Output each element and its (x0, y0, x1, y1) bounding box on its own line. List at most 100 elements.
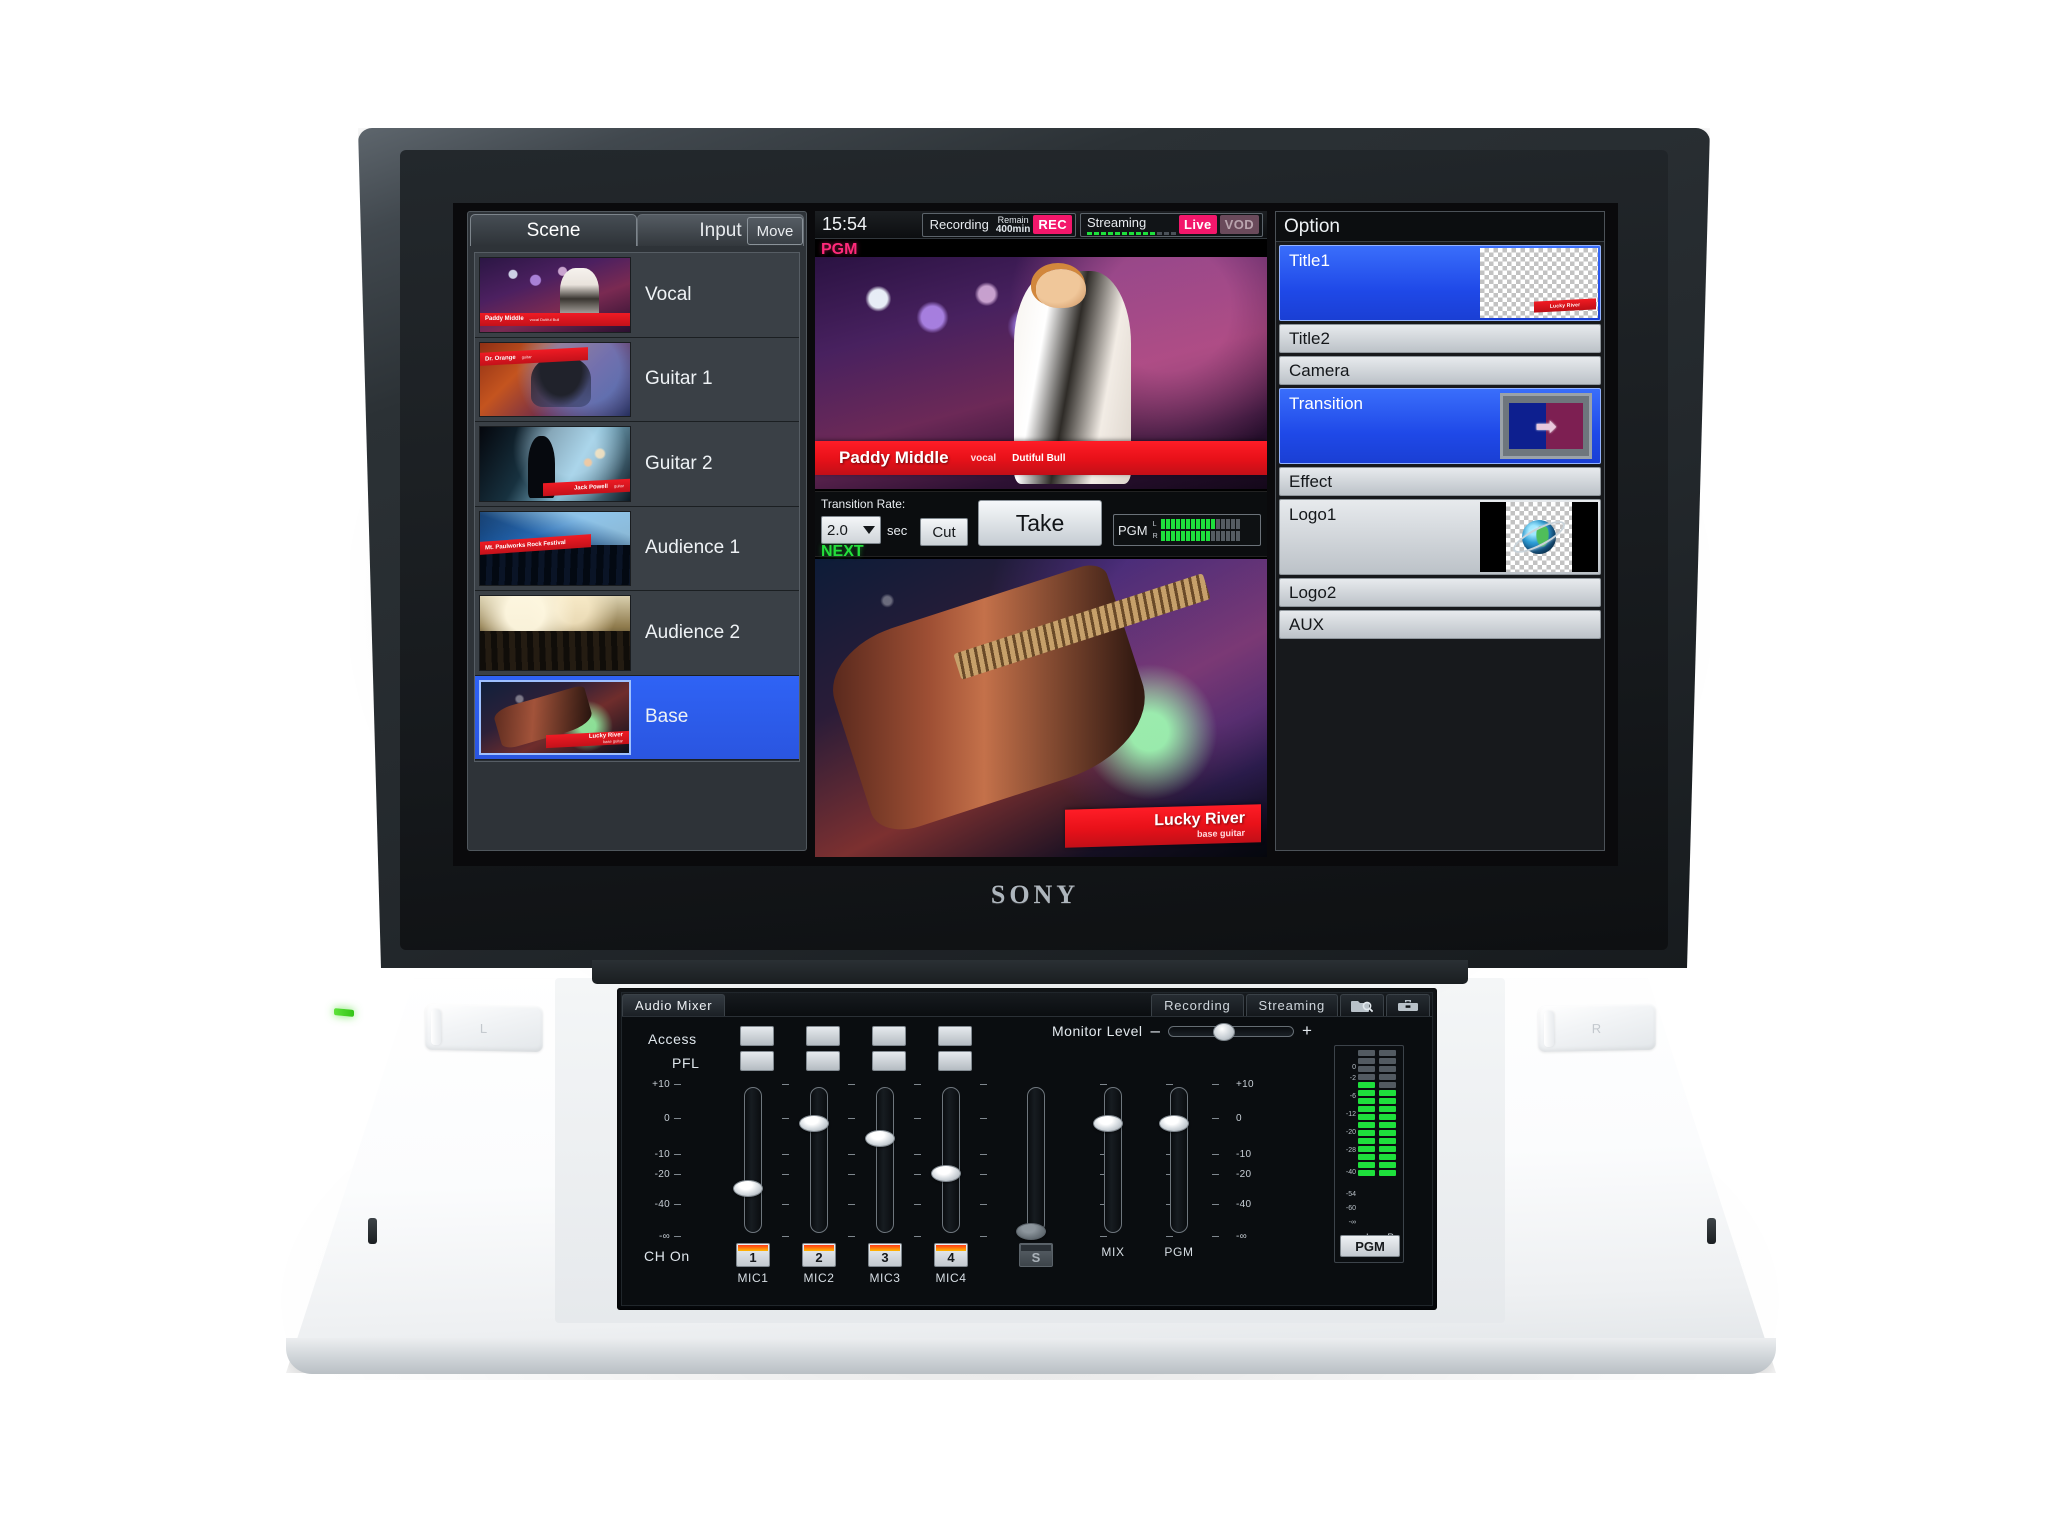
fader-knob[interactable] (799, 1115, 829, 1132)
fader-mic2[interactable] (799, 1087, 833, 1237)
scale-value: -20 (654, 1169, 670, 1180)
fader-track[interactable] (1170, 1087, 1188, 1233)
scene-label: Vocal (645, 283, 692, 305)
fader-track[interactable] (1027, 1087, 1045, 1233)
next-lower-third: Lucky River base guitar (1065, 804, 1261, 848)
recording-status-group[interactable]: Recording Remain 400min REC (921, 212, 1076, 237)
fader-knob[interactable] (865, 1130, 895, 1147)
ch-on-button-2[interactable]: 2 (802, 1243, 836, 1267)
scene-list[interactable]: Paddy Middle vocal Dutiful Bull Vocal Dr… (474, 252, 800, 762)
tab-recording[interactable]: Recording (1151, 994, 1244, 1016)
pgm-meter-ch-l: L (1152, 520, 1157, 528)
meter-scale-value: -∞ (1348, 1219, 1356, 1226)
option-item-effect[interactable]: Effect (1279, 467, 1601, 496)
pfl-button-ch3[interactable] (872, 1051, 906, 1071)
scene-list-item-audience-1[interactable]: Mt. Paulworks Rock Festival Audience 1 (475, 506, 799, 591)
next-video-preview[interactable]: Lucky River base guitar (815, 559, 1267, 857)
option-item-title1[interactable]: Title1 Lucky River (1279, 245, 1601, 321)
scene-list-item-base[interactable]: Lucky River base guitar Base (475, 675, 799, 760)
monitor-level-knob[interactable] (1213, 1022, 1236, 1041)
tab-audio-mixer[interactable]: Audio Mixer (622, 994, 726, 1016)
scene-list-item-audience-2[interactable]: Audience 2 (475, 591, 799, 676)
access-button-ch4[interactable] (938, 1026, 972, 1046)
scale-value: 0 (1236, 1113, 1242, 1124)
logo1-preview (1480, 502, 1598, 572)
transition-rate-select[interactable]: 2.0 (821, 516, 881, 544)
fader-track[interactable] (1104, 1087, 1122, 1233)
scene-label: Audience 2 (645, 621, 741, 643)
option-item-camera[interactable]: Camera (1279, 356, 1601, 385)
fader-knob[interactable] (1159, 1115, 1189, 1132)
program-video-preview[interactable]: Paddy Middle vocal Dutiful Bull (815, 257, 1267, 489)
option-item-title2[interactable]: Title2 (1279, 324, 1601, 353)
option-item-transition[interactable]: Transition ➡ (1279, 388, 1601, 464)
fader-track[interactable] (810, 1087, 828, 1233)
fader-knob[interactable] (931, 1165, 961, 1182)
fader-mic3[interactable] (865, 1087, 899, 1237)
vod-chip[interactable]: VOD (1219, 215, 1259, 234)
ch-on-button-1[interactable]: 1 (736, 1243, 770, 1267)
monitor-plus-button[interactable]: + (1302, 1022, 1312, 1039)
streaming-status-group[interactable]: Streaming Live VOD (1080, 212, 1263, 237)
fader-ch5[interactable] (1016, 1087, 1050, 1240)
tab-streaming[interactable]: Streaming (1245, 994, 1338, 1016)
scale-value: +10 (652, 1079, 670, 1090)
thumbnail-banner-sub: base guitar (603, 738, 623, 745)
fader-track[interactable] (744, 1087, 762, 1233)
option-item-label: AUX (1289, 614, 1324, 634)
fader-knob[interactable] (733, 1180, 763, 1197)
option-item-logo2[interactable]: Logo2 (1279, 578, 1601, 607)
fader-track[interactable] (942, 1087, 960, 1233)
mixer-tabbar-right: Recording Streaming (1151, 994, 1432, 1016)
tab-scene[interactable]: Scene (470, 214, 637, 246)
option-item-aux[interactable]: AUX (1279, 610, 1601, 639)
fader-mix[interactable] (1093, 1087, 1127, 1237)
pfl-button-ch1[interactable] (740, 1051, 774, 1071)
scale-value: -40 (654, 1199, 670, 1210)
meter-pgm-button[interactable]: PGM (1340, 1235, 1400, 1257)
folder-search-icon[interactable] (1340, 994, 1384, 1016)
ch-on-button-5[interactable]: S (1019, 1243, 1053, 1267)
thumbnail-banner: Paddy Middle vocal Dutiful Bull (480, 312, 630, 326)
base-foot-left (368, 1218, 377, 1244)
toolbox-icon[interactable] (1386, 994, 1430, 1016)
meter-scale-value: -2 (1349, 1075, 1356, 1082)
monitor-level-label: Monitor Level (1052, 1023, 1143, 1039)
scale-value: -∞ (658, 1231, 670, 1242)
fader-pgm[interactable] (1159, 1087, 1193, 1237)
chevron-down-icon (863, 526, 875, 534)
live-chip[interactable]: Live (1179, 215, 1217, 234)
fader-mic1[interactable] (733, 1087, 767, 1237)
cut-button[interactable]: Cut (920, 518, 968, 546)
scene-list-item-guitar-1[interactable]: Dr. Orange guitar Guitar 1 (475, 337, 799, 422)
scale-value: -∞ (1236, 1231, 1248, 1242)
access-button-ch1[interactable] (740, 1026, 774, 1046)
transition-rate-label: Transition Rate: (821, 497, 906, 511)
pfl-button-ch4[interactable] (938, 1051, 972, 1071)
fader-mic4[interactable] (931, 1087, 965, 1237)
scene-list-item-guitar-2[interactable]: Jack Powell guitar Guitar 2 (475, 422, 799, 507)
take-button[interactable]: Take (978, 500, 1102, 546)
meter-scale-value: -28 (1345, 1147, 1356, 1154)
access-button-ch3[interactable] (872, 1026, 906, 1046)
meter-scale-value: -12 (1345, 1111, 1356, 1118)
thumbnail-banner-name: Paddy Middle (485, 316, 524, 322)
ch-on-button-4[interactable]: 4 (934, 1243, 968, 1267)
hinge-bar (592, 960, 1468, 984)
fader-knob[interactable] (1016, 1223, 1046, 1240)
fader-knob[interactable] (1093, 1115, 1123, 1132)
thumbnail-banner-name: Mt. Paulworks Rock Festival (485, 538, 566, 551)
monitor-level-slider[interactable] (1168, 1022, 1295, 1041)
fader-track[interactable] (876, 1087, 894, 1233)
access-button-ch2[interactable] (806, 1026, 840, 1046)
option-item-logo1[interactable]: Logo1 (1279, 499, 1601, 575)
scale-value: -10 (1236, 1149, 1252, 1160)
pfl-button-ch2[interactable] (806, 1051, 840, 1071)
move-button[interactable]: Move (747, 217, 803, 245)
monitor-level-control: Monitor Level – + (1052, 1022, 1312, 1041)
scene-list-item-vocal[interactable]: Paddy Middle vocal Dutiful Bull Vocal (475, 253, 799, 338)
meter-column-left (1358, 1050, 1375, 1176)
rec-chip[interactable]: REC (1033, 215, 1072, 234)
monitor-minus-button[interactable]: – (1151, 1022, 1160, 1039)
ch-on-button-3[interactable]: 3 (868, 1243, 902, 1267)
